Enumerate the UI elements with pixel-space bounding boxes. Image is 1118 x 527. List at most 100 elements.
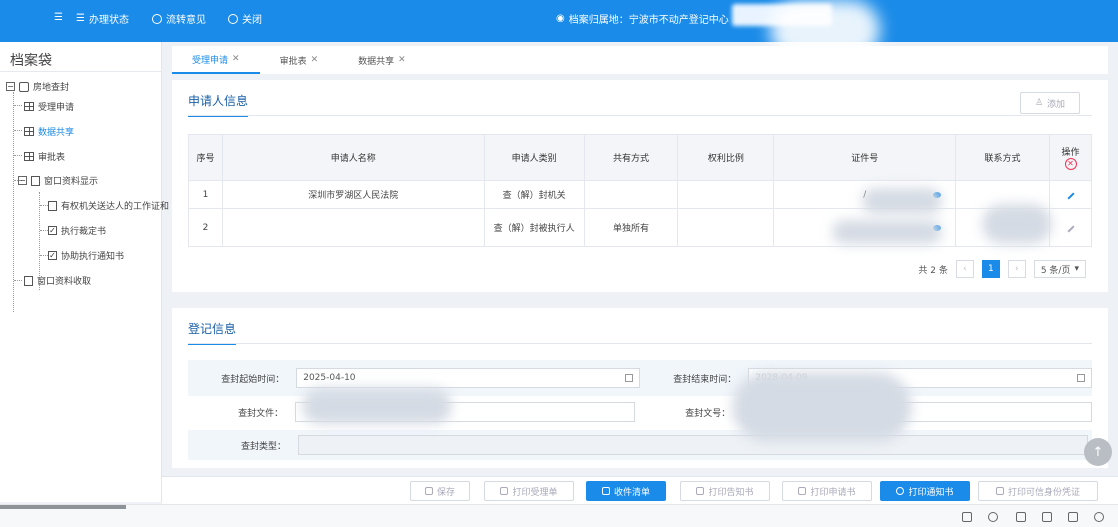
chevron-down-icon: ▾ [1074,264,1079,274]
col-header: 申请人名称 [221,134,485,181]
delete-all-icon[interactable]: ✕ [1064,158,1077,170]
seal-type-select[interactable] [298,435,1088,455]
tree-item-data-share[interactable]: 数据共享 [24,125,74,138]
table-icon [24,152,34,161]
print-notice-button[interactable]: 打印告知书 [680,481,770,501]
tree-item-accept[interactable]: 受理申请 [24,100,74,113]
section-title: 登记信息 [188,320,237,345]
table-row: 1 深圳市罗湖区人民法院 查（解）封机关 / [188,180,1092,209]
print-accept-button[interactable]: 打印受理单 [484,481,574,501]
print-credential-button[interactable]: 打印可信身份凭证 [978,481,1098,501]
tree-item-assist-notice[interactable]: ✓ 协助执行通知书 [48,249,124,262]
col-header: 联系方式 [955,134,1050,181]
heart-icon[interactable] [988,512,998,522]
page-size-select[interactable]: 5 条/页 ▾ [1033,260,1086,278]
tree-item-approval[interactable]: 审批表 [24,150,65,163]
close-icon[interactable]: ✕ [232,54,240,64]
tab-data-share[interactable]: 数据共享 ✕ [338,46,426,74]
table-icon [24,127,34,136]
tree-item-window-display[interactable]: − 窗口资料显示 [18,174,98,187]
page-button[interactable]: 1 [981,260,1000,278]
printer-icon [601,487,610,495]
col-header-actions: 操作 ✕ [1049,134,1092,181]
location-label: 档案归属地：宁波市不动产登记中心 [568,15,729,26]
scroll-top-button[interactable]: ↑ [1084,438,1112,466]
status-label: 办理状态 [88,15,129,26]
sidebar-title: 档案袋 [0,42,161,72]
top-bar: ☰ ☰ 办理状态 流转意见 关闭 ◉ 档案归属地：宁波市不动产登记中心 [0,0,1118,60]
redacted-area [832,220,942,244]
printer-icon [995,487,1004,495]
feedback-menu[interactable]: 流转意见 [152,11,206,26]
col-header: 共有方式 [583,134,679,181]
folder-icon [31,175,40,186]
receipt-list-button[interactable]: 收件清单 [586,481,666,501]
tree-item-window-collect[interactable]: 窗口资料收取 [24,274,91,287]
applicant-table: 序号 申请人名称 申请人类别 共有方式 权利比例 证件号 联系方式 操作 ✕ 1… [188,134,1092,247]
prev-page-button[interactable]: ‹ [955,260,974,278]
applicant-panel: 申请人信息 ♙ 添加 序号 申请人名称 申请人类别 共有方式 权利比例 证件号 … [172,80,1108,292]
redacted-area [732,372,912,442]
tab-accept[interactable]: 受理申请 ✕ [172,46,260,74]
table-row: 2 查（解）封被执行人 单独所有 [188,208,1092,247]
clock-icon [896,487,905,495]
trash-icon[interactable] [1016,512,1026,522]
edit-icon[interactable] [1066,224,1075,233]
row-actions [1049,208,1092,247]
tab-approval[interactable]: 审批表 ✕ [260,46,339,74]
add-applicant-button[interactable]: ♙ 添加 [1020,92,1080,114]
speaker-icon[interactable] [1042,512,1052,522]
status-bar [0,504,1118,527]
printer-icon [798,487,807,495]
horizontal-scrollbar[interactable] [0,505,126,509]
close-icon[interactable]: ✕ [398,55,406,65]
total-count: 共 2 条 [918,265,948,276]
row-actions [1049,180,1092,209]
print-notify-button[interactable]: 打印通知书 [880,481,970,501]
house-icon [19,81,29,92]
save-button[interactable]: 保存 [410,481,470,501]
collapse-icon[interactable]: − [18,176,27,185]
list-icon: ☰ [76,13,85,24]
close-icon [228,13,238,24]
tree-root[interactable]: − 房地查封 [6,80,69,93]
tray-icon[interactable] [962,512,972,522]
feedback-label: 流转意见 [166,15,206,26]
redacted-area [862,188,942,214]
menu-icon[interactable]: ☰ [54,12,63,23]
document-icon [48,200,57,211]
section-title: 申请人信息 [188,92,249,117]
folder-icon [24,275,33,286]
registration-panel: 登记信息 查封起始时间： 2025-04-10 查封结束时间： 2028-04-… [172,308,1108,468]
redacted-area [302,388,452,424]
close-icon[interactable]: ✕ [311,55,319,65]
collapse-icon[interactable]: − [6,82,15,91]
tree-item-ruling[interactable]: ✓ 执行裁定书 [48,224,106,237]
print-application-button[interactable]: 打印申请书 [782,481,872,501]
table-header-row: 序号 申请人名称 申请人类别 共有方式 权利比例 证件号 联系方式 操作 ✕ [188,134,1092,181]
tree-item-work-cert[interactable]: 有权机关送达人的工作证和 [48,199,169,212]
form-row: 查封类型： [188,430,1092,460]
status-menu[interactable]: ☰ 办理状态 [76,11,129,26]
col-header: 证件号 [773,134,957,181]
arrow-up-icon: ↑ [1092,444,1104,460]
start-date-input[interactable]: 2025-04-10 [296,368,640,388]
printer-icon [696,487,705,495]
archive-location: ◉ 档案归属地：宁波市不动产登记中心 [556,11,729,26]
close-label: 关闭 [242,15,262,26]
close-button[interactable]: 关闭 [228,11,262,26]
col-header: 权利比例 [677,134,775,181]
col-header: 序号 [188,134,223,181]
user-icon: ♙ [1034,98,1044,108]
window-icon[interactable] [1068,512,1078,522]
action-bar: 保存 打印受理单 收件清单 打印告知书 打印申请书 打印通知书 打印可信身份凭证 [162,476,1118,504]
save-icon [424,487,433,495]
search-icon[interactable] [1094,512,1104,522]
calendar-icon [625,374,633,382]
edit-icon[interactable] [1066,191,1075,200]
printer-icon [500,487,509,495]
next-page-button[interactable]: › [1007,260,1026,278]
redacted-area [982,204,1052,244]
chat-icon [152,13,162,24]
archive-sidebar: 档案袋 − 房地查封 受理申请 数据共享 审批表 − 窗口资料显示 有权机关送达… [0,42,169,502]
